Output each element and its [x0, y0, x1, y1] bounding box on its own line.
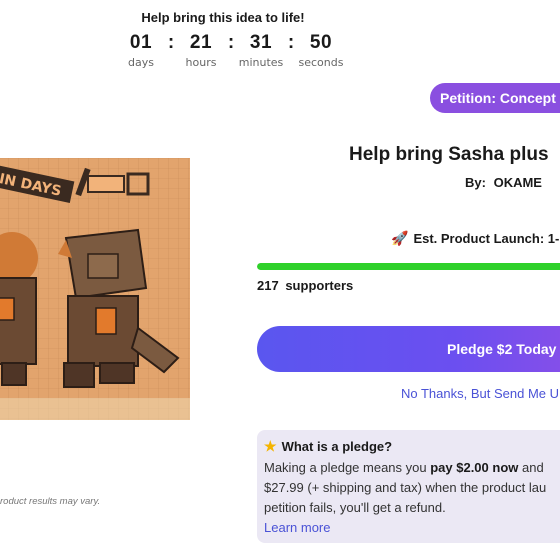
countdown-days-value: 01 [129, 32, 153, 53]
countdown-seconds: 50 seconds [298, 32, 344, 69]
pledge-info-header: ★ What is a pledge? [264, 438, 560, 455]
countdown-days: 01 days [118, 32, 164, 69]
countdown-hours: 21 hours [178, 32, 224, 69]
countdown-separator: : [227, 32, 235, 53]
pledge-info-line-3: petition fails, you'll get a refund. [264, 500, 446, 515]
pledge-info-line-1-suffix: and [518, 460, 544, 475]
countdown-separator: : [167, 32, 175, 53]
petition-status-badge: Petition: Concept [430, 83, 560, 113]
funding-progress-fill [257, 263, 560, 270]
countdown-timer: 01 days : 21 hours : 31 minutes : 50 sec… [118, 32, 344, 69]
pledge-info-line-1-prefix: Making a pledge means you [264, 460, 431, 475]
countdown-seconds-value: 50 [309, 32, 333, 53]
countdown-title: Help bring this idea to life! [141, 10, 305, 25]
no-thanks-link[interactable]: No Thanks, But Send Me U [401, 386, 559, 401]
countdown-minutes-value: 31 [249, 32, 273, 53]
countdown-days-label: days [128, 56, 154, 69]
countdown-minutes-label: minutes [238, 56, 284, 69]
countdown-seconds-label: seconds [298, 56, 344, 69]
supporters-label: supporters [285, 278, 354, 293]
pledge-amount-now: pay $2.00 now [430, 460, 519, 475]
countdown-hours-label: hours [185, 56, 217, 69]
launch-label: Est. Product Launch: 1- [413, 231, 560, 246]
supporters-count: 217 supporters [257, 278, 353, 293]
countdown-hours-value: 21 [189, 32, 213, 53]
countdown-minutes: 31 minutes [238, 32, 284, 69]
learn-more-link[interactable]: Learn more [264, 518, 560, 538]
by-label: By: [465, 175, 486, 190]
pledge-info-box: ★ What is a pledge? Making a pledge mean… [257, 430, 560, 543]
pledge-button[interactable]: Pledge $2 Today [257, 326, 560, 372]
rocket-icon: 🚀 [391, 230, 409, 246]
product-title: Help bring Sasha plus [349, 144, 549, 165]
pledge-info-line-1: Making a pledge means you pay $2.00 now … [264, 458, 560, 478]
pledge-info-body: Making a pledge means you pay $2.00 now … [264, 458, 560, 518]
results-disclaimer: roduct results may vary. [0, 496, 101, 507]
pledge-info-line-2: $27.99 (+ shipping and tax) when the pro… [264, 480, 547, 495]
funding-progress-bar [257, 263, 560, 270]
product-illustration: IN DAYS [0, 158, 190, 420]
supporters-number: 217 [257, 278, 279, 293]
star-icon: ★ [264, 438, 277, 454]
creator-name[interactable]: OKAME [494, 175, 542, 190]
pledge-info-title: What is a pledge? [281, 439, 393, 454]
creator-byline: By: OKAME [465, 175, 542, 190]
product-image[interactable]: IN DAYS [0, 158, 190, 420]
product-launch-estimate: 🚀 Est. Product Launch: 1- [391, 230, 559, 247]
countdown-separator: : [287, 32, 295, 53]
